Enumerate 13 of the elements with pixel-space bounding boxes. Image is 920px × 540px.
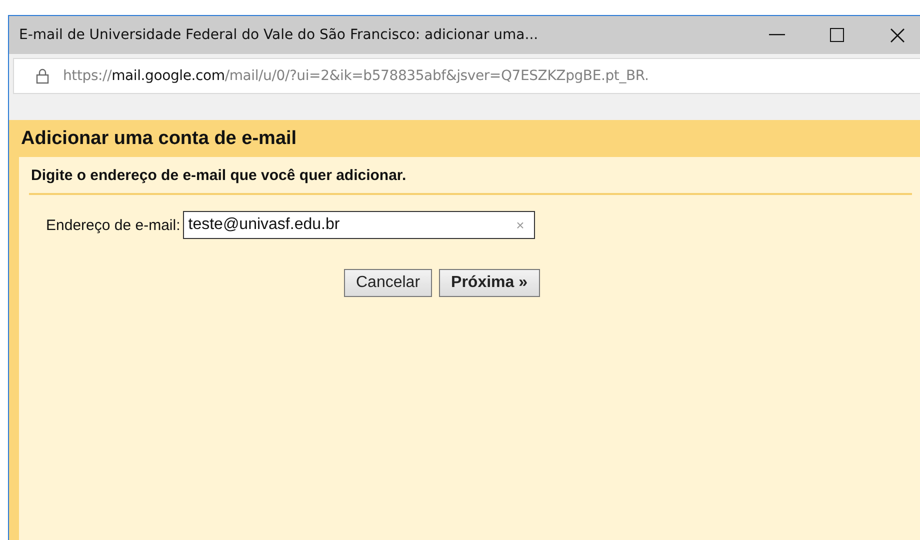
minimize-icon [769, 34, 785, 36]
next-button[interactable]: Próxima » [439, 269, 540, 297]
maximize-icon [830, 28, 844, 42]
lock-icon [36, 68, 49, 84]
dialog-title: Adicionar uma conta de e-mail [21, 128, 297, 150]
cancel-button[interactable]: Cancelar [344, 269, 432, 297]
field-label: Endereço de e-mail: [46, 216, 180, 234]
url-text: https://mail.google.com/mail/u/0/?ui=2&ik=b578835abf&jsver=Q7ESZKZpgBE.pt_BR. [63, 68, 649, 84]
address-bar[interactable]: https://mail.google.com/mail/u/0/?ui=2&ik=b578835abf&jsver=Q7ESZKZpgBE.pt_BR. [13, 58, 920, 94]
instruction-text: Digite o endereço de e-mail que você quer adicionar. [31, 167, 406, 184]
close-icon [890, 28, 904, 42]
email-field[interactable]: teste@univasf.edu.br × [183, 211, 536, 239]
window-title: E-mail de Universidade Federal do Vale do São Francisco: adicionar uma... [19, 27, 540, 43]
